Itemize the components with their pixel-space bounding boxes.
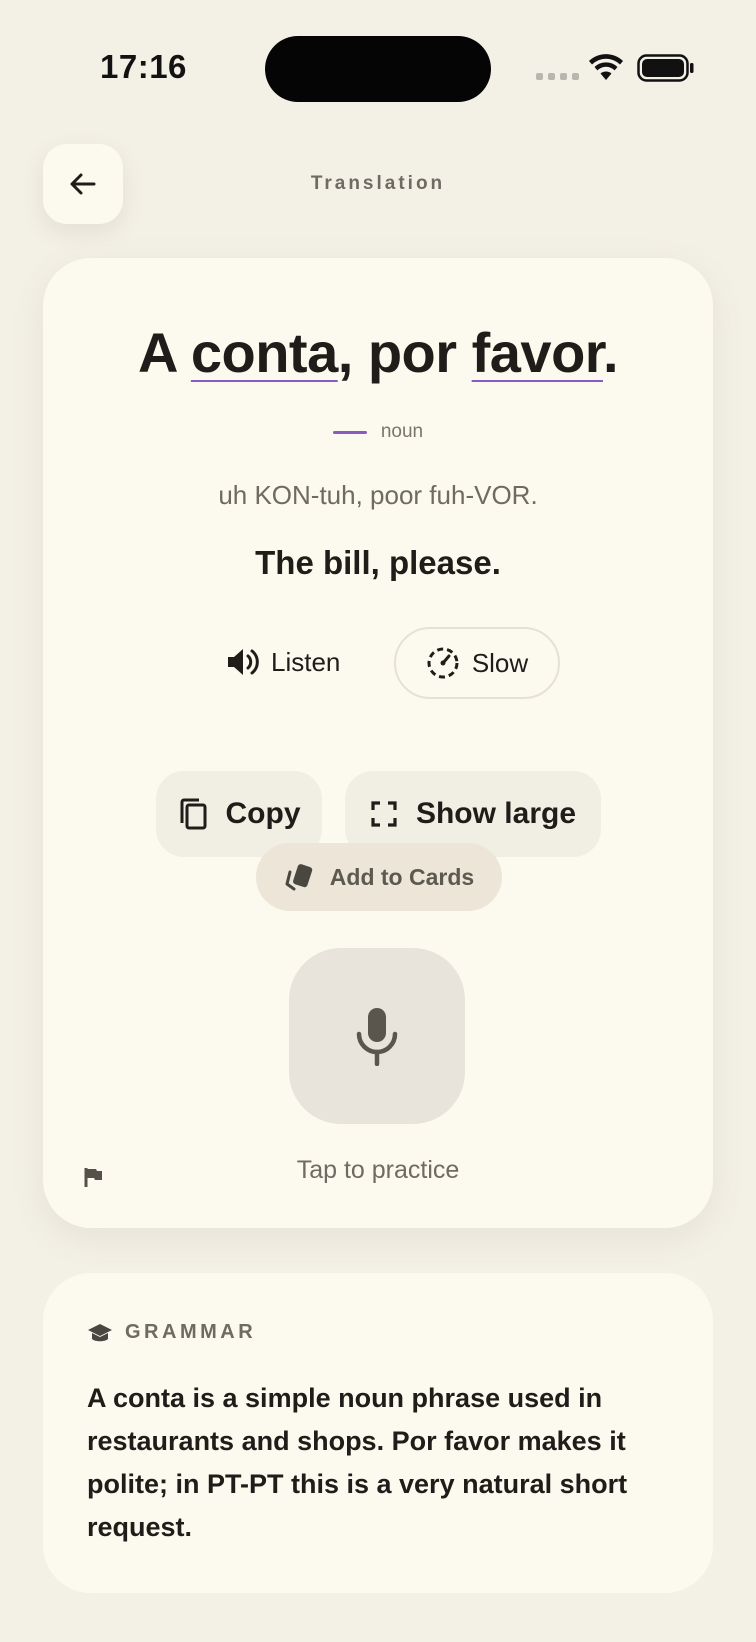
cellular-signal-icon [536,73,579,80]
phrase-segment: . [602,321,619,384]
add-to-cards-label: Add to Cards [329,863,475,890]
legend-swatch [332,430,367,434]
word-type-legend: noun [43,421,713,443]
listen-label: Listen [271,646,341,677]
phrase-segment: A [137,321,191,384]
grammar-header: GRAMMAR [87,1321,256,1344]
phrase-text: A conta, por favor. [43,320,713,385]
grammar-body: A conta is a simple noun phrase used in … [87,1383,628,1542]
fullscreen-icon [371,801,397,827]
grammar-card: GRAMMAR A conta is a simple noun phrase … [43,1273,713,1593]
graduation-cap-icon [88,1323,112,1341]
wifi-icon [589,54,623,80]
status-time: 17:16 [100,48,187,85]
practice-label: Tap to practice [296,1156,460,1184]
cards-icon [285,864,313,891]
speaker-icon [228,649,259,675]
practice-mic-button[interactable] [289,948,465,1124]
add-to-cards-button[interactable]: Add to Cards [256,843,502,911]
translation-text: The bill, please. [255,544,501,581]
page-title: Translation [310,173,446,194]
highlighted-word[interactable]: favor [472,321,604,384]
grammar-title: GRAMMAR [125,1321,257,1343]
listen-button[interactable]: Listen [225,628,340,696]
legend-label: noun [380,421,424,442]
copy-icon [180,798,206,830]
slow-label: Slow [471,647,529,678]
battery-icon [637,54,694,82]
report-flag-icon[interactable] [83,1166,105,1188]
dynamic-island [265,36,491,102]
phrase-card: A conta, por favor. noun uh KON-tuh, poo… [43,258,713,1228]
copy-label: Copy [225,797,301,830]
phrase-segment: , por [337,321,472,384]
slow-button[interactable]: Slow [394,627,560,699]
highlighted-word[interactable]: conta [191,321,338,384]
translation-screen: 17:16 Translation A conta, por favor. no… [0,0,756,1642]
pronunciation: uh KON-tuh, poor fuh-VOR. [218,480,538,510]
microphone-icon [356,1008,398,1066]
slow-speed-icon [427,647,459,679]
show-large-label: Show large [415,797,577,830]
